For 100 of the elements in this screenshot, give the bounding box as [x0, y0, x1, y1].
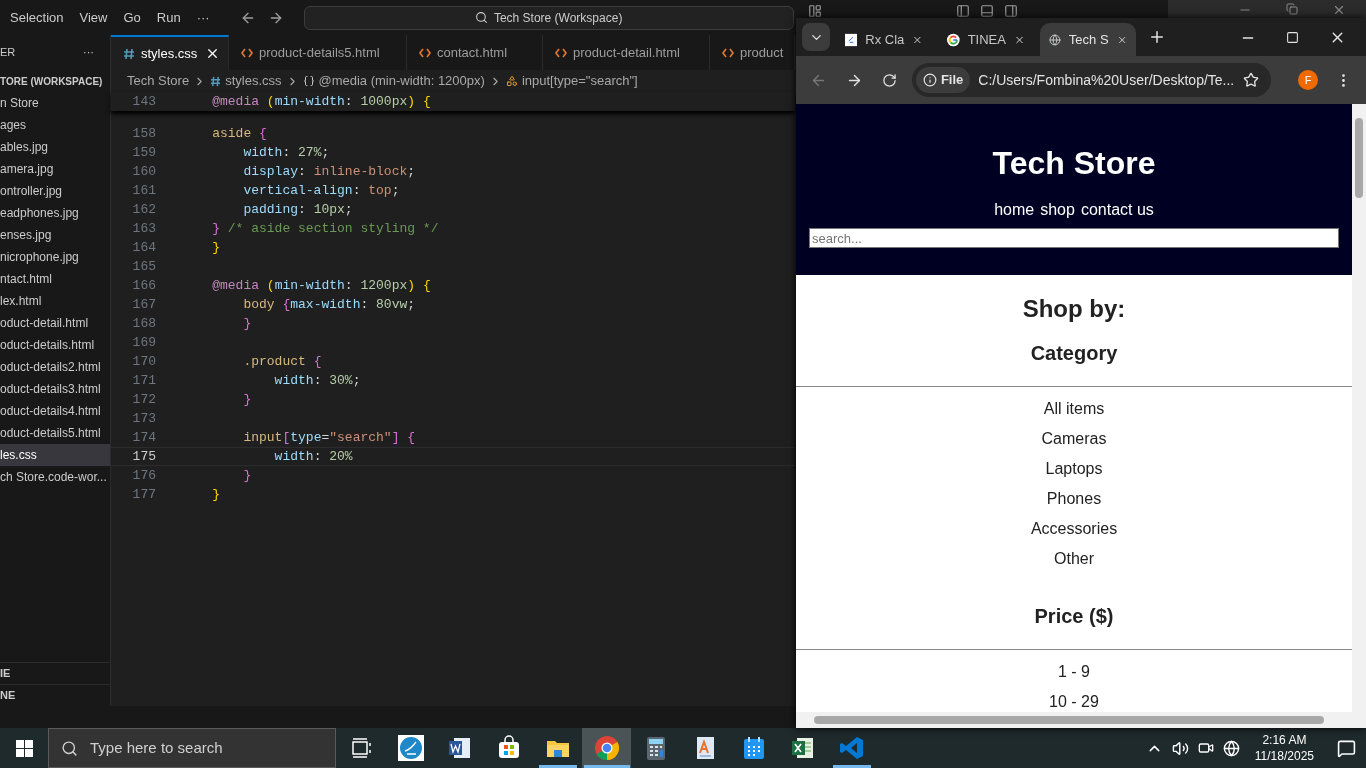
file-item[interactable]: lex.html [0, 290, 110, 312]
line-number: 170 [131, 352, 156, 371]
new-tab-icon[interactable] [1148, 28, 1166, 46]
command-center[interactable]: Tech Store (Workspace) [303, 5, 794, 30]
list-item[interactable]: Accessories [1030, 519, 1118, 549]
maximize-icon[interactable] [1286, 31, 1299, 44]
editor-tab[interactable]: product-details5.html [229, 35, 407, 70]
code-line: width: 30%; [273, 371, 361, 390]
file-chip[interactable]: File [915, 67, 971, 93]
list-item[interactable]: Phones [1046, 489, 1102, 519]
code-line: } [242, 390, 252, 409]
explorer-title: ER [0, 45, 16, 61]
file-item[interactable]: ntact.html [0, 268, 110, 290]
address-bar[interactable]: File C:/Users/Fombina%20User/Desktop/Te... [911, 63, 1272, 97]
chrome-icon[interactable] [593, 735, 620, 761]
search-icon [474, 11, 488, 24]
line-number: 158 [131, 124, 156, 143]
browser-tab[interactable]: Tech S [1040, 23, 1136, 56]
file-item[interactable]: oduct-details4.html [0, 400, 110, 422]
file-item[interactable]: oduct-details5.html [0, 422, 110, 444]
search-field[interactable]: search... [809, 228, 1339, 248]
line-number: 160 [131, 162, 156, 181]
list-item[interactable]: All items [1043, 399, 1105, 429]
excel-icon[interactable] [789, 735, 816, 761]
line-number: 177 [131, 485, 156, 504]
file-item[interactable]: eadphones.jpg [0, 202, 110, 224]
editor-tab[interactable]: styles.css [111, 35, 229, 70]
notifications-icon[interactable] [1337, 738, 1356, 758]
clock-time[interactable]: 2:16 AM [1262, 732, 1307, 748]
list-item[interactable]: 1 - 9 [1058, 662, 1090, 692]
code-line: display: inline-block; [242, 162, 416, 181]
code-line: vertical-align: top; [242, 181, 400, 200]
restore-icon[interactable] [1286, 3, 1298, 15]
editor-tab[interactable]: product-detail.html [543, 35, 710, 70]
file-item[interactable]: nicrophone.jpg [0, 246, 110, 268]
info-icon [922, 73, 937, 87]
menu-item[interactable]: Selection [0, 7, 72, 28]
bookmark-star-icon[interactable] [1243, 72, 1260, 88]
breadcrumb-item[interactable]: styles.css [225, 71, 282, 91]
line-number: 161 [131, 181, 156, 200]
line-number: 169 [131, 333, 156, 352]
file-item[interactable]: ables.jpg [0, 136, 110, 158]
browser-tab[interactable]: TINEA [938, 23, 1034, 56]
file-item[interactable]: ages [0, 114, 110, 136]
reload-icon[interactable] [881, 72, 897, 88]
menu-item[interactable]: View [71, 7, 116, 28]
code-icon [241, 47, 253, 58]
file-item[interactable]: ontroller.jpg [0, 180, 110, 202]
menu-item[interactable]: ··· [188, 7, 218, 28]
file-item[interactable]: oduct-details2.html [0, 356, 110, 378]
close-tab-icon[interactable] [205, 46, 220, 61]
camera-icon[interactable] [1197, 740, 1214, 756]
hash-icon [210, 75, 222, 87]
tab-search-button[interactable] [802, 23, 830, 51]
panel-left-icon[interactable] [955, 4, 970, 18]
taskbar-search-field[interactable]: Type here to search [48, 728, 336, 768]
list-item[interactable]: Cameras [1041, 429, 1107, 459]
nav-link[interactable]: shop [1040, 198, 1075, 222]
file-item[interactable]: amera.jpg [0, 158, 110, 180]
code-line: } [211, 485, 220, 504]
line-number: 162 [131, 200, 156, 219]
browser-tab[interactable]: Rx Cla [836, 23, 932, 56]
file-item[interactable]: ch Store.code-wor... [0, 466, 110, 488]
menu-item[interactable]: Go [115, 7, 149, 28]
breadcrumb-item[interactable]: Tech Store [127, 71, 190, 91]
editor-tab[interactable]: product [710, 35, 795, 70]
vscode-icon[interactable] [838, 735, 865, 761]
file-item[interactable]: oduct-detail.html [0, 312, 110, 334]
volume-icon[interactable] [1171, 739, 1189, 757]
horizontal-scrollbar[interactable] [796, 712, 1366, 728]
nav-link[interactable]: contact us [1080, 198, 1154, 222]
panel-bottom-icon[interactable] [979, 4, 994, 18]
panel-header[interactable]: IE [0, 665, 11, 682]
line-number: 168 [131, 314, 156, 333]
list-item[interactable]: Other [1054, 549, 1094, 579]
code-line: input[type="search"] { [242, 428, 416, 447]
word-icon[interactable] [446, 735, 473, 761]
vertical-scrollbar[interactable] [1352, 104, 1366, 712]
workspace-title[interactable]: TORE (WORKSPACE) [0, 73, 103, 89]
file-item[interactable]: n Store [0, 92, 110, 114]
breadcrumb-item[interactable]: @media (min-width: 1200px) [318, 71, 485, 91]
subheading: Price ($) [1034, 604, 1114, 629]
file-item[interactable]: les.css [0, 444, 110, 466]
panel-right-icon[interactable] [1003, 4, 1018, 18]
clock-date[interactable]: 11/18/2025 [1254, 748, 1314, 764]
breadcrumb-item[interactable]: input[type="search"] [521, 71, 638, 91]
braces-icon [302, 75, 315, 87]
list-item[interactable]: Laptops [1045, 459, 1103, 489]
menu-item[interactable]: Run [148, 7, 189, 28]
app-icon[interactable] [397, 735, 424, 761]
globe-icon[interactable] [1222, 739, 1240, 757]
layout-icon[interactable] [807, 4, 822, 18]
nav-link[interactable]: home [994, 198, 1035, 222]
file-item[interactable]: enses.jpg [0, 224, 110, 246]
editor-tab[interactable]: contact.html [407, 35, 543, 70]
file-item[interactable]: oduct-details3.html [0, 378, 110, 400]
more-actions-button[interactable]: ··· [83, 44, 94, 61]
file-item[interactable]: oduct-details.html [0, 334, 110, 356]
list-item[interactable]: 10 - 29 [1049, 692, 1099, 712]
panel-header[interactable]: NE [0, 687, 16, 704]
